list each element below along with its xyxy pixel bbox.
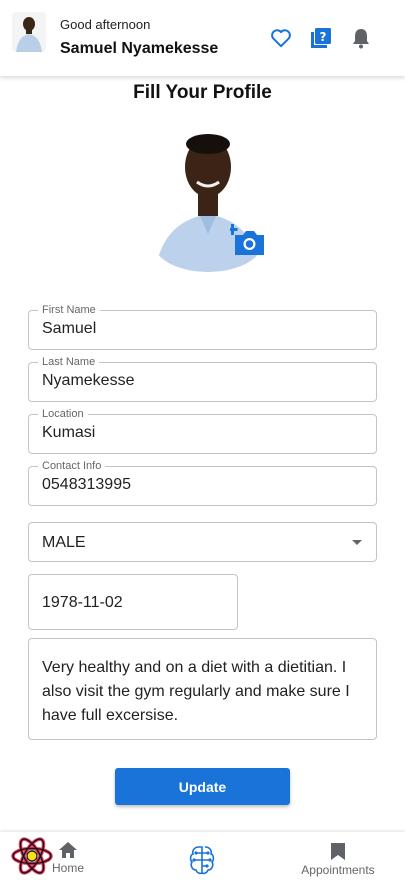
home-icon xyxy=(59,842,77,858)
add-photo-camera-icon[interactable] xyxy=(227,224,266,256)
app-header: Good afternoon Samuel Nyamekesse ? xyxy=(0,0,405,76)
gender-value: MALE xyxy=(42,534,86,551)
nav-ai-brain[interactable] xyxy=(186,844,220,889)
bio-textarea[interactable]: Very healthy and on a diet with a dietit… xyxy=(28,638,377,740)
bio-text: Very healthy and on a diet with a dietit… xyxy=(42,659,350,724)
contact-info-label: Contact Info xyxy=(38,459,106,473)
heart-icon[interactable] xyxy=(269,26,293,50)
location-field[interactable]: Location Kumasi xyxy=(28,407,377,454)
update-button[interactable]: Update xyxy=(115,768,290,805)
nav-home-label: Home xyxy=(51,861,84,875)
nav-appointments-label: Appointments xyxy=(301,863,375,877)
first-name-label: First Name xyxy=(38,303,100,317)
contact-info-value[interactable]: 0548313995 xyxy=(42,476,362,494)
nav-home[interactable]: Home xyxy=(48,841,88,889)
bookmark-icon xyxy=(331,843,345,860)
greeting-text: Good afternoon xyxy=(60,17,151,32)
bell-icon[interactable] xyxy=(349,26,373,50)
location-value[interactable]: Kumasi xyxy=(42,424,362,442)
svg-text:?: ? xyxy=(320,30,327,44)
avatar[interactable] xyxy=(12,12,46,52)
nav-appointments[interactable]: Appointments xyxy=(296,842,380,889)
gender-select[interactable]: MALE xyxy=(28,522,377,562)
page-title: Fill Your Profile xyxy=(133,82,272,103)
date-of-birth-field[interactable]: 1978-11-02 xyxy=(28,574,238,630)
ai-brain-icon xyxy=(189,846,215,875)
last-name-value[interactable]: Nyamekesse xyxy=(42,372,362,390)
bottom-nav: Home Appointments xyxy=(0,832,405,889)
last-name-label: Last Name xyxy=(38,355,100,369)
contact-info-field[interactable]: Contact Info 0548313995 xyxy=(28,459,377,506)
first-name-field[interactable]: First Name Samuel xyxy=(28,303,377,350)
dropdown-arrow-icon xyxy=(352,540,362,545)
date-of-birth-value: 1978-11-02 xyxy=(42,594,123,611)
react-logo-icon[interactable] xyxy=(10,836,54,876)
first-name-value[interactable]: Samuel xyxy=(42,320,362,338)
user-name: Samuel Nyamekesse xyxy=(60,40,219,57)
last-name-field[interactable]: Last Name Nyamekesse xyxy=(28,355,377,402)
help-book-icon[interactable]: ? xyxy=(309,26,333,50)
location-label: Location xyxy=(38,407,88,421)
